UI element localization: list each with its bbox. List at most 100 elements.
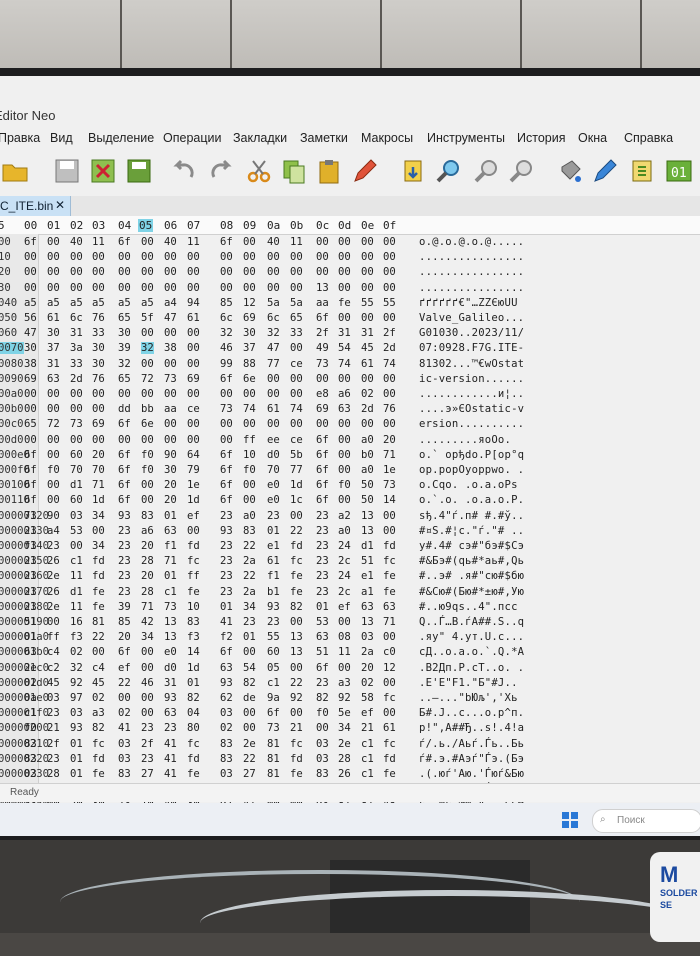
hex-byte[interactable]: 62: [220, 692, 233, 704]
hex-byte[interactable]: 14: [383, 494, 396, 506]
hex-byte[interactable]: 60: [70, 494, 83, 506]
hex-byte[interactable]: 13: [361, 616, 374, 628]
hex-byte[interactable]: f3: [24, 540, 37, 552]
hex-row[interactable]: 060 47 30 31 33 30 00 00 00 32 30 32 33 2f 31 31 2f G0103…: [0, 327, 700, 342]
hex-byte[interactable]: 47: [164, 312, 177, 324]
hex-byte[interactable]: 00: [141, 692, 154, 704]
hex-byte[interactable]: 00: [243, 282, 256, 294]
hex-byte[interactable]: 63: [164, 707, 177, 719]
hex-byte[interactable]: 1d: [290, 479, 303, 491]
hex-byte[interactable]: 83: [187, 616, 200, 628]
hex-byte[interactable]: fe: [290, 768, 303, 780]
hex-byte[interactable]: a0: [243, 510, 256, 522]
hex-byte[interactable]: a5: [141, 297, 154, 309]
hex-byte[interactable]: 1d: [187, 662, 200, 674]
hex-byte[interactable]: 6e: [141, 418, 154, 430]
hex-byte[interactable]: f0: [47, 464, 60, 476]
ascii-text[interactable]: ersion..........: [419, 418, 524, 430]
hex-byte[interactable]: 73: [316, 358, 329, 370]
hex-byte[interactable]: 5b: [290, 449, 303, 461]
hex-byte[interactable]: 03: [316, 753, 329, 765]
hex-byte[interactable]: 81: [267, 738, 280, 750]
hex-byte[interactable]: 00: [164, 358, 177, 370]
hex-byte[interactable]: 76: [92, 373, 105, 385]
hex-byte[interactable]: 00: [92, 251, 105, 263]
hex-row[interactable]: 00000230 03 28 01 fe 83 27 41 fe 03 27 81 fe 83 26 c1 fe…: [0, 768, 700, 783]
hex-byte[interactable]: a5: [92, 297, 105, 309]
ascii-text[interactable]: o.Cqo. .o.a.oPs: [419, 479, 518, 491]
hex-row[interactable]: 00000210 83 2f 01 fc 03 2f 41 fc 83 2e 81 fc 03 2e c1 fc…: [0, 738, 700, 753]
hex-byte[interactable]: 24: [338, 570, 351, 582]
ascii-text[interactable]: Б#.Ј..c...o.р^п.: [419, 707, 524, 719]
hex-byte[interactable]: 28: [338, 753, 351, 765]
hex-byte[interactable]: c1: [70, 555, 83, 567]
hex-byte[interactable]: 00: [383, 418, 396, 430]
hex-byte[interactable]: 23: [316, 525, 329, 537]
hex-byte[interactable]: 77: [267, 358, 280, 370]
hex-byte[interactable]: 03: [70, 510, 83, 522]
hex-byte[interactable]: 00: [141, 251, 154, 263]
hex-byte[interactable]: 00: [141, 282, 154, 294]
ascii-text[interactable]: ..—..."bЮљ'‚'Xь: [419, 692, 518, 704]
hex-byte[interactable]: 34: [141, 631, 154, 643]
hex-byte[interactable]: 0a: [24, 692, 37, 704]
hex-byte[interactable]: 23: [316, 555, 329, 567]
ascii-text[interactable]: ґґґґґґ€"…ZZЄюUU: [419, 297, 518, 309]
hex-byte[interactable]: 2e: [243, 738, 256, 750]
hex-byte[interactable]: 71: [92, 479, 105, 491]
ascii-text[interactable]: .яу" 4.ут.U.c...: [419, 631, 524, 643]
hex-byte[interactable]: c4: [92, 662, 105, 674]
hex-byte[interactable]: 31: [361, 327, 374, 339]
hex-byte[interactable]: 23: [141, 753, 154, 765]
hex-byte[interactable]: fe: [383, 768, 396, 780]
hex-row[interactable]: 00000130 23 a4 53 00 23 a6 63 00 93 83 01 22 23 a0 13 00…: [0, 525, 700, 540]
hex-byte[interactable]: 20: [92, 449, 105, 461]
col-header[interactable]: 02: [70, 219, 83, 232]
hex-byte[interactable]: 02: [361, 677, 374, 689]
hex-byte[interactable]: 23: [47, 540, 60, 552]
hex-byte[interactable]: 6f: [220, 646, 233, 658]
hex-byte[interactable]: 82: [92, 722, 105, 734]
ascii-text[interactable]: ѓ/.ь./Aьѓ.Ѓь..Бь: [419, 738, 524, 750]
hex-byte[interactable]: dd: [118, 403, 131, 415]
hex-byte[interactable]: 00: [187, 327, 200, 339]
hex-byte[interactable]: 92: [338, 692, 351, 704]
hex-byte[interactable]: 26: [47, 555, 60, 567]
hex-byte[interactable]: 00: [70, 282, 83, 294]
hex-byte[interactable]: 37: [47, 342, 60, 354]
hex-byte[interactable]: 65: [118, 373, 131, 385]
hex-byte[interactable]: fc: [187, 738, 200, 750]
hex-byte[interactable]: 82: [316, 692, 329, 704]
hex-byte[interactable]: 00: [164, 282, 177, 294]
hex-byte[interactable]: 31: [47, 358, 60, 370]
hex-byte[interactable]: 00: [24, 434, 37, 446]
hex-byte[interactable]: 83: [118, 768, 131, 780]
hex-byte[interactable]: 6f: [118, 418, 131, 430]
hex-byte[interactable]: 6f: [220, 494, 233, 506]
hex-byte[interactable]: 83: [220, 738, 233, 750]
hex-byte[interactable]: 20: [141, 570, 154, 582]
hex-byte[interactable]: 6f: [118, 236, 131, 248]
hex-byte[interactable]: 93: [118, 510, 131, 522]
hex-byte[interactable]: fd: [383, 753, 396, 765]
hex-byte[interactable]: 10: [187, 601, 200, 613]
hex-byte[interactable]: 00: [220, 282, 233, 294]
ascii-text[interactable]: р!"‚A##Ђ..s!.4!a: [419, 722, 524, 734]
hex-byte[interactable]: 23: [267, 616, 280, 628]
hex-byte[interactable]: 45: [92, 677, 105, 689]
hex-byte[interactable]: 08: [338, 631, 351, 643]
hex-byte[interactable]: 82: [290, 601, 303, 613]
hex-byte[interactable]: fc: [290, 555, 303, 567]
hex-byte[interactable]: 6f: [316, 479, 329, 491]
menu-operations[interactable]: Операции: [163, 131, 221, 145]
ascii-text[interactable]: op.popOyoppwo. .: [419, 464, 524, 476]
hex-byte[interactable]: 73: [164, 373, 177, 385]
hex-byte[interactable]: 6c: [70, 312, 83, 324]
hex-byte[interactable]: 6f: [220, 479, 233, 491]
hex-byte[interactable]: fd: [187, 540, 200, 552]
hex-byte[interactable]: 00: [47, 282, 60, 294]
hex-byte[interactable]: 00: [187, 388, 200, 400]
hex-byte[interactable]: 02: [24, 677, 37, 689]
hex-byte[interactable]: 6f: [316, 494, 329, 506]
hex-byte[interactable]: 72: [47, 418, 60, 430]
